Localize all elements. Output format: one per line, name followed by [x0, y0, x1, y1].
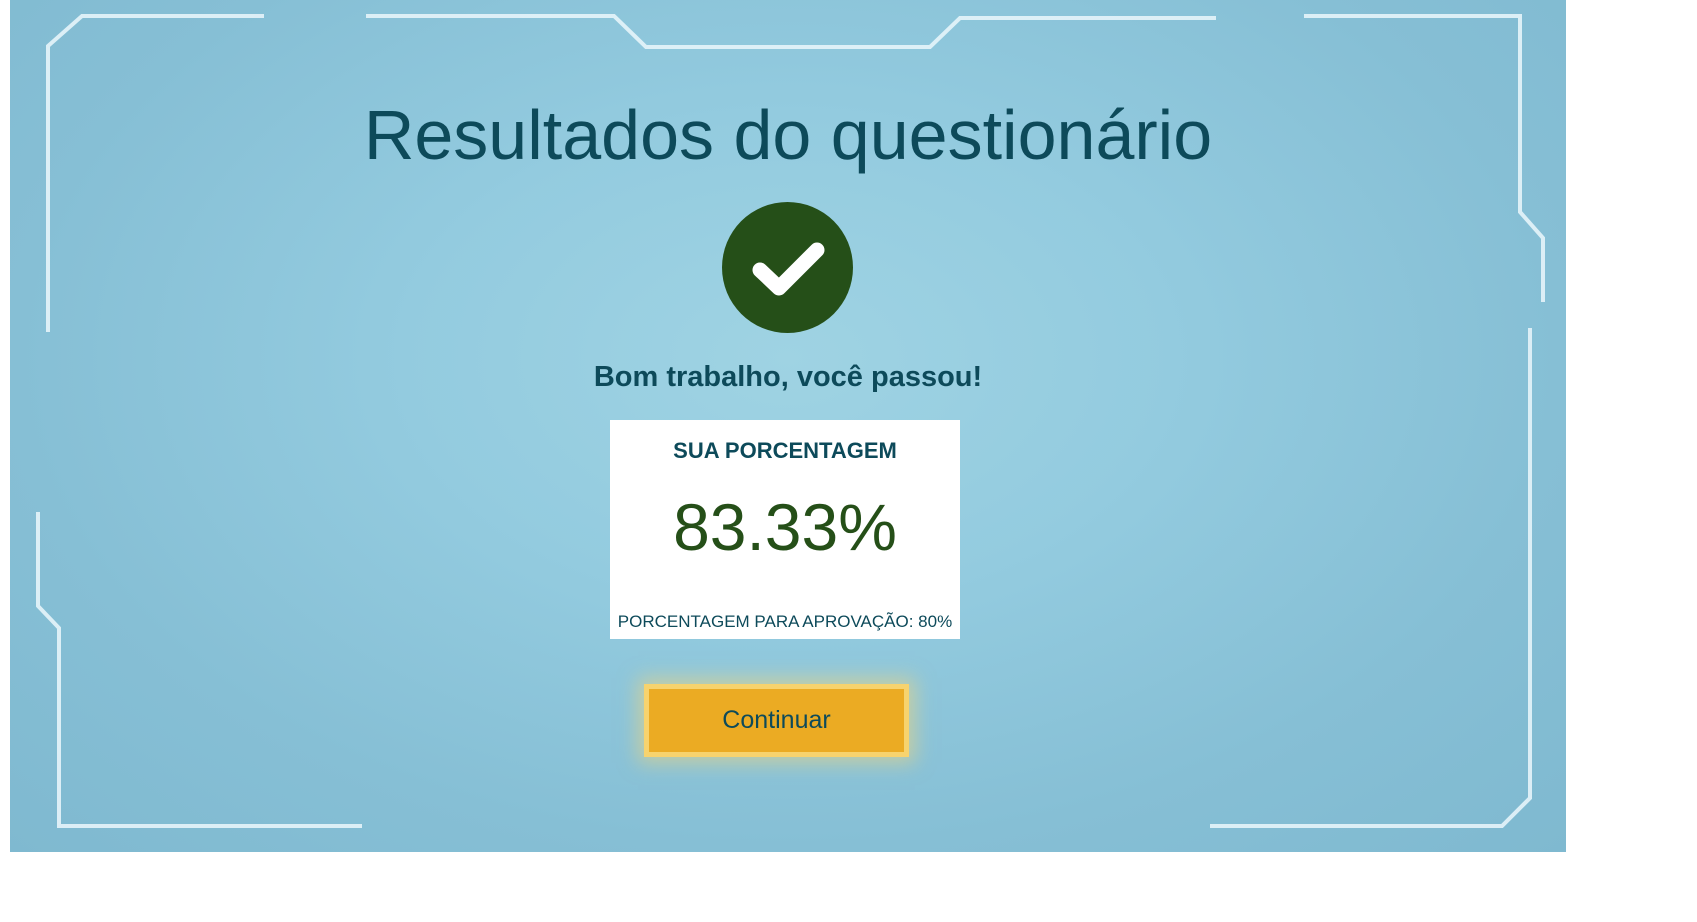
score-card: SUA PORCENTAGEM 83.33% PORCENTAGEM PARA … — [610, 420, 960, 639]
score-value: 83.33% — [673, 490, 897, 564]
continue-button[interactable]: Continuar — [644, 684, 909, 757]
page-title: Resultados do questionário — [363, 96, 1213, 174]
quiz-results-screen: Resultados do questionário Bom trabalho,… — [10, 0, 1566, 852]
pass-message: Bom trabalho, você passou! — [593, 361, 983, 393]
frame-line-bottom-left — [36, 512, 362, 828]
frame-line-bottom-right — [1210, 328, 1532, 828]
checkmark-circle-icon — [722, 202, 853, 333]
pass-threshold: PORCENTAGEM PARA APROVAÇÃO: 80% — [617, 612, 953, 631]
frame-line-top-left — [46, 14, 264, 332]
frame-line-top-center — [366, 14, 1216, 49]
score-heading: SUA PORCENTAGEM — [673, 438, 897, 463]
